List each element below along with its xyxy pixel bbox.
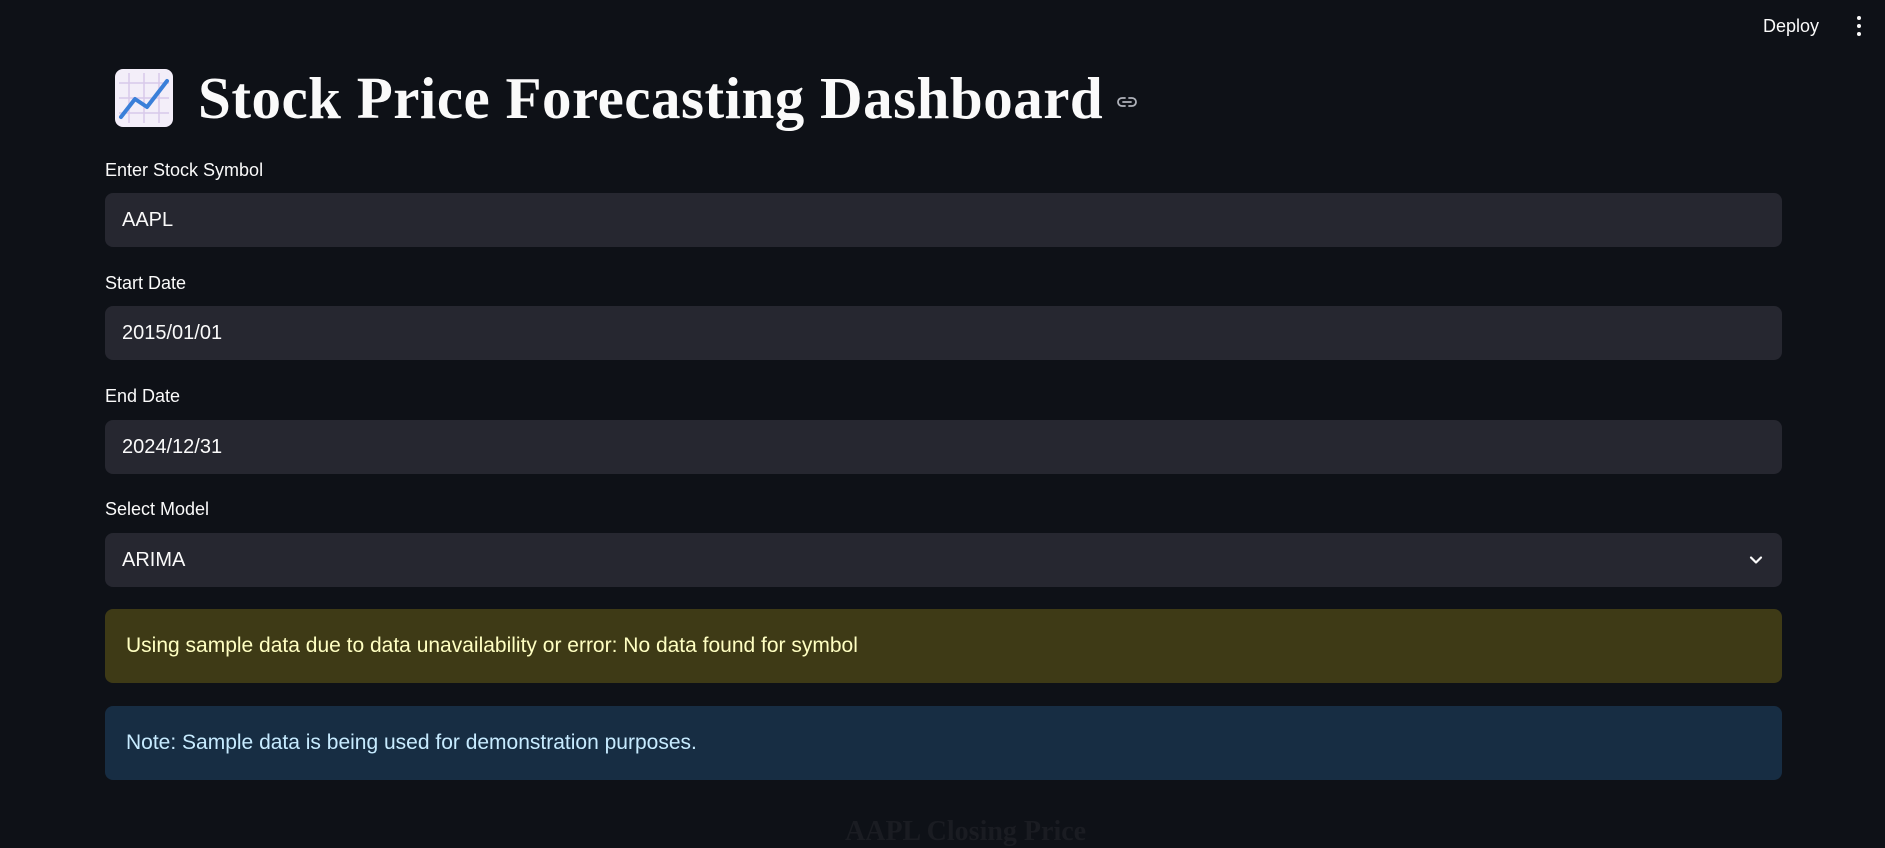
model-label: Select Model [105, 499, 210, 519]
symbol-label: Enter Stock Symbol [105, 160, 264, 180]
stock-symbol-input[interactable]: AAPL [105, 193, 1782, 247]
end-date-label: End Date [105, 386, 181, 406]
model-select[interactable]: ARIMA [105, 533, 1782, 587]
page-header: Stock Price Forecasting Dashboard [115, 58, 1139, 138]
top-toolbar: Deploy [0, 0, 1885, 52]
start-date-input[interactable]: 2015/01/01 [105, 306, 1782, 360]
model-select-value: ARIMA [122, 549, 186, 571]
info-alert: Note: Sample data is being used for demo… [105, 706, 1782, 780]
chevron-down-icon [1749, 556, 1763, 564]
warning-alert: Using sample data due to data unavailabi… [105, 609, 1782, 683]
start-date-label: Start Date [105, 273, 187, 293]
page-title: Stock Price Forecasting Dashboard [198, 64, 1104, 131]
vertical-ellipsis-icon[interactable] [1847, 12, 1871, 40]
chart-increasing-icon [115, 69, 173, 127]
deploy-button[interactable]: Deploy [1753, 12, 1829, 40]
end-date-input[interactable]: 2024/12/31 [105, 420, 1782, 474]
chart-title: AAPL Closing Price [845, 816, 1087, 847]
link-icon[interactable] [1115, 90, 1139, 114]
